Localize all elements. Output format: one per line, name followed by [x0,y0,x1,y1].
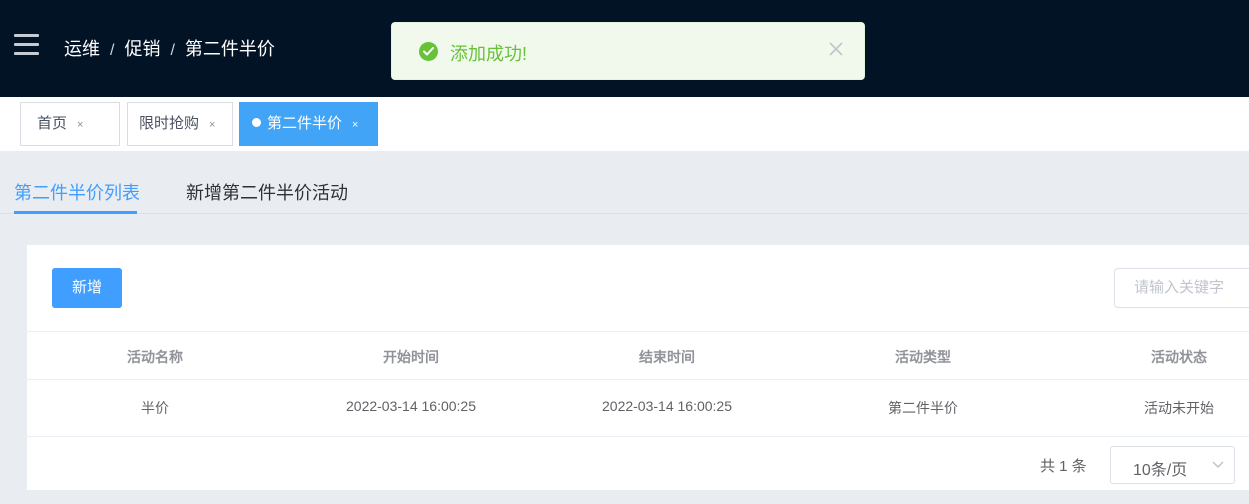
breadcrumb-separator: / [110,42,115,59]
table-header: 活动名称 开始时间 结束时间 活动类型 活动状态 [27,331,1249,380]
table-cell: 2022-03-14 16:00:25 [346,398,476,414]
page-size-value: 10条/页 [1133,462,1188,479]
tag-label: 限时抢购 [139,115,200,132]
hamburger-menu-icon[interactable] [14,34,39,56]
breadcrumb-separator: / [170,42,175,59]
breadcrumb-item-ops[interactable]: 运维 [64,39,100,59]
breadcrumb-item-promotion[interactable]: 促销 [124,39,160,59]
tag-label: 第二件半价 [267,115,343,132]
toast-message: 添加成功! [450,44,528,64]
breadcrumb: 运维 / 促销 / 第二件半价 [64,35,275,61]
toast-close-icon[interactable] [828,41,844,57]
search-input[interactable]: 请输入关键字 [1114,268,1249,308]
tag-close-icon[interactable]: × [77,119,83,131]
column-header: 活动名称 [127,349,183,365]
tags-view: 首页 × 限时抢购 × 第二件半价 × [0,97,1249,151]
tag-close-icon[interactable]: × [352,119,358,131]
column-header: 活动类型 [895,349,951,365]
tab-list[interactable]: 第二件半价列表 [14,179,140,205]
chevron-down-icon [1212,461,1224,469]
table-cell: 第二件半价 [888,400,958,416]
success-toast: 添加成功! [391,22,865,80]
tag-home[interactable]: 首页 × [20,102,120,146]
active-tab-indicator [14,211,137,214]
tag-label: 首页 [37,115,68,132]
table-cell: 半价 [141,400,169,416]
table-row[interactable]: 半价 2022-03-14 16:00:25 2022-03-14 16:00:… [27,380,1249,437]
add-button[interactable]: 新增 [52,268,122,308]
success-check-icon [419,42,438,61]
table-cell: 2022-03-14 16:00:25 [602,398,732,414]
list-card: 新增 请输入关键字 活动名称 开始时间 结束时间 活动类型 活动状态 半价 20… [27,245,1249,490]
page-size-select[interactable]: 10条/页 [1110,446,1235,484]
column-header: 结束时间 [639,349,695,365]
active-dot-icon [252,118,261,127]
tag-second-half-price[interactable]: 第二件半价 × [239,102,378,146]
content-tabs: 第二件半价列表 新增第二件半价活动 [0,151,1249,215]
tag-flash-sale[interactable]: 限时抢购 × [127,102,233,146]
table-cell: 活动未开始 [1144,400,1214,416]
breadcrumb-item-current: 第二件半价 [184,39,275,59]
tab-add-activity[interactable]: 新增第二件半价活动 [186,179,348,205]
column-header: 活动状态 [1151,349,1207,365]
tag-close-icon[interactable]: × [209,119,215,131]
tabs-divider [0,213,1249,214]
pagination-total: 共 1 条 [1040,458,1087,475]
column-header: 开始时间 [383,349,439,365]
